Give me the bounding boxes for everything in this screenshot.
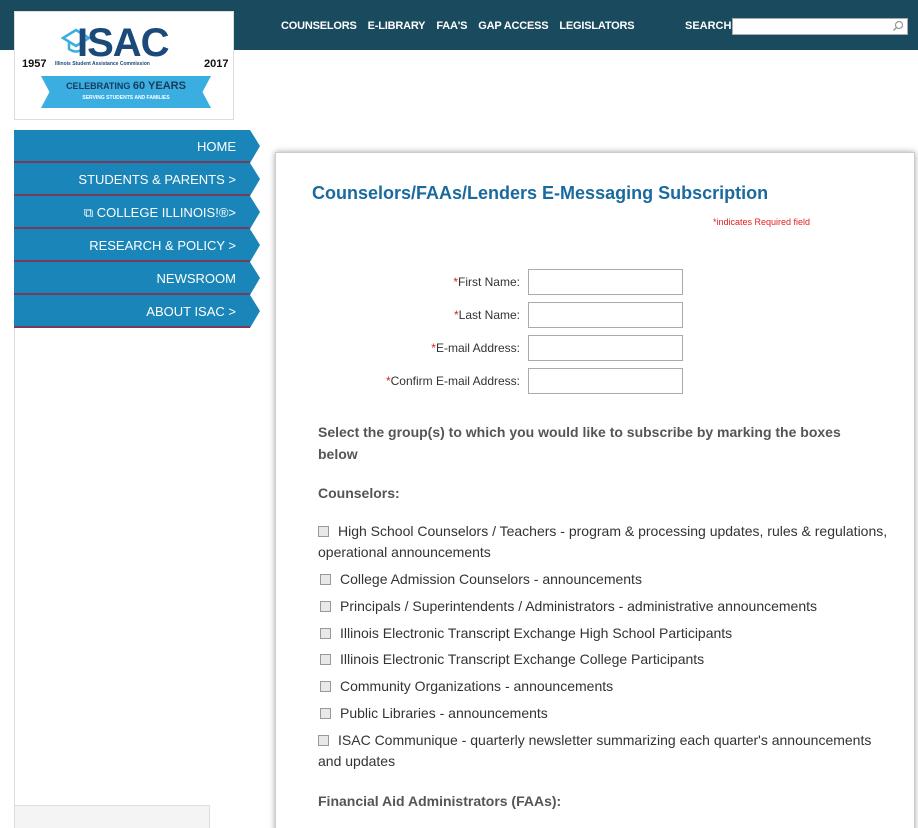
- last-name-field[interactable]: [528, 302, 683, 328]
- faa-heading: Financial Aid Administrators (FAAs):: [318, 793, 562, 809]
- sidebar-item-college-illinois[interactable]: ⧉ COLLEGE ILLINOIS!®>: [14, 196, 260, 229]
- first-name-label: *First Name:: [453, 275, 520, 289]
- sidebar-item-research-policy[interactable]: RESEARCH & POLICY >: [14, 229, 260, 262]
- sidebar-item-newsroom[interactable]: NEWSROOM: [14, 262, 260, 295]
- top-nav: COUNSELORS E-LIBRARY FAA'S GAP ACCESS LE…: [281, 20, 645, 32]
- nav-gap-access[interactable]: GAP ACCESS: [478, 20, 548, 32]
- logo-year-start: 1957: [22, 58, 47, 70]
- nav-counselors[interactable]: COUNSELORS: [281, 20, 357, 32]
- logo-wordmark: ISAC: [77, 21, 170, 65]
- search-input[interactable]: [732, 18, 908, 35]
- list-item: Public Libraries - announcements: [320, 703, 890, 724]
- nav-faas[interactable]: FAA'S: [436, 20, 467, 32]
- isac-logo[interactable]: ISAC 1957 Illinois Student Assistance Co…: [14, 11, 234, 120]
- list-item: Illinois Electronic Transcript Exchange …: [320, 623, 890, 644]
- confirm-email-field[interactable]: [528, 368, 683, 394]
- search-icon[interactable]: [892, 20, 904, 32]
- email-row: *E-mail Address:: [276, 335, 916, 361]
- list-item: Community Organizations - announcements: [320, 676, 890, 697]
- checkbox[interactable]: [320, 574, 331, 585]
- first-name-row: *First Name:: [276, 269, 916, 295]
- nav-legislators[interactable]: LEGISLATORS: [559, 20, 634, 32]
- logo-year-end: 2017: [204, 58, 229, 70]
- required-note: *indicates Required field: [713, 217, 811, 227]
- sidebar-item-home[interactable]: HOME: [14, 130, 260, 163]
- checkbox[interactable]: [320, 654, 331, 665]
- last-name-row: *Last Name:: [276, 302, 916, 328]
- sidebar-nav: HOME STUDENTS & PARENTS > ⧉ COLLEGE ILLI…: [14, 130, 260, 328]
- checkbox[interactable]: [320, 628, 331, 639]
- counselors-heading: Counselors:: [318, 485, 400, 501]
- first-name-field[interactable]: [528, 269, 683, 295]
- sidebar-item-students-parents[interactable]: STUDENTS & PARENTS >: [14, 163, 260, 196]
- email-field[interactable]: [528, 335, 683, 361]
- confirm-email-label: *Confirm E-mail Address:: [385, 374, 520, 388]
- list-item: Illinois Electronic Transcript Exchange …: [320, 649, 890, 670]
- list-item: High School Counselors / Teachers - prog…: [318, 523, 888, 560]
- subscription-form-card: Counselors/FAAs/Lenders E-Messaging Subs…: [275, 152, 915, 828]
- instructions: Select the group(s) to which you would l…: [318, 424, 841, 462]
- search-label: SEARCH: [685, 20, 732, 32]
- checkbox[interactable]: [320, 601, 331, 612]
- logo-banner-line2: SERVING STUDENTS AND FAMILIES: [82, 95, 170, 101]
- logo-banner: CELEBRATING 60 YEARS SERVING STUDENTS AN…: [41, 76, 211, 108]
- bottom-widget: [14, 805, 210, 828]
- logo-banner-line1: CELEBRATING 60 YEARS: [66, 80, 186, 92]
- sidebar-item-about-isac[interactable]: ABOUT ISAC >: [14, 295, 260, 328]
- logo-commission: Illinois Student Assistance Commission: [55, 61, 150, 67]
- email-label: *E-mail Address:: [431, 341, 520, 355]
- list-item: Principals / Superintendents / Administr…: [320, 596, 890, 617]
- list-item: ISAC Communique - quarterly newsletter s…: [318, 732, 872, 769]
- list-item: College Admission Counselors - announcem…: [320, 569, 890, 590]
- checkbox[interactable]: [318, 735, 329, 746]
- checkbox[interactable]: [320, 681, 331, 692]
- last-name-label: *Last Name:: [453, 308, 520, 322]
- nav-e-library[interactable]: E-LIBRARY: [368, 20, 426, 32]
- checkbox[interactable]: [320, 708, 331, 719]
- confirm-email-row: *Confirm E-mail Address:: [276, 368, 916, 394]
- checkbox[interactable]: [318, 526, 329, 537]
- page-title: Counselors/FAAs/Lenders E-Messaging Subs…: [312, 183, 769, 203]
